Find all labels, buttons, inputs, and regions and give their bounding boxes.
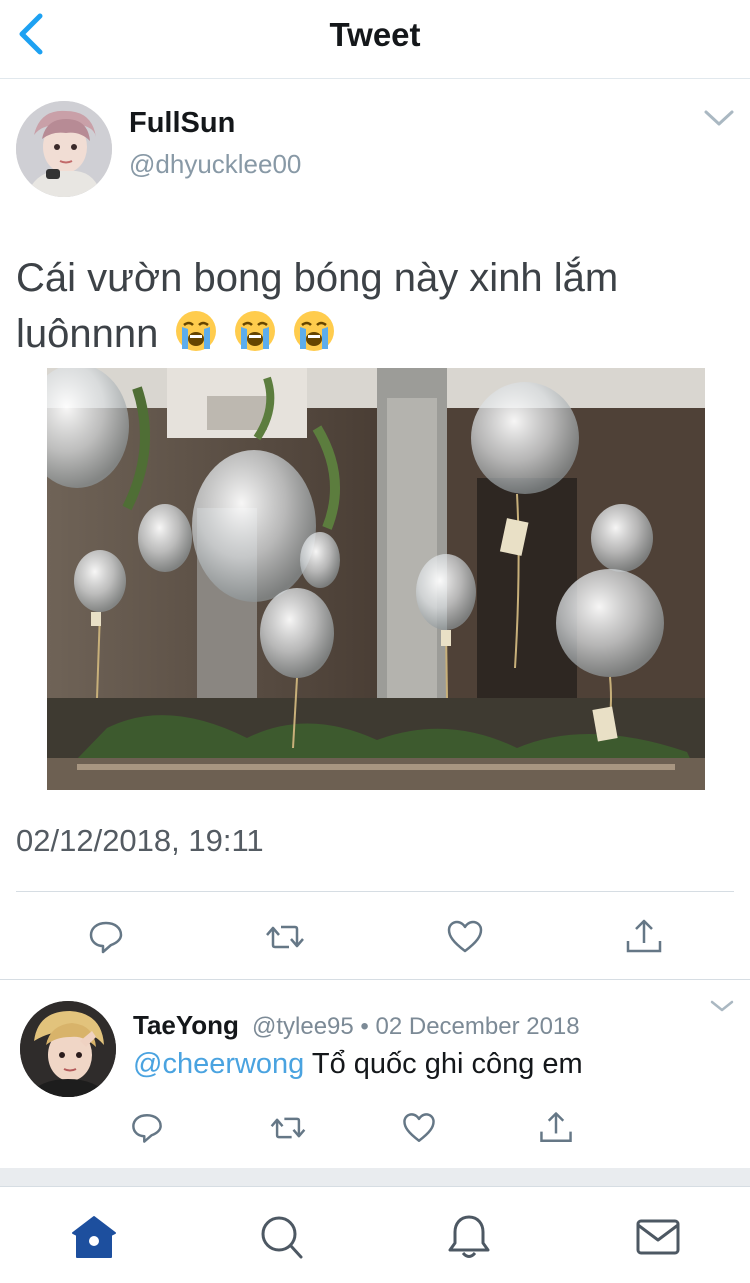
retweet-button[interactable] [263, 915, 307, 959]
envelope-icon [636, 1219, 680, 1255]
tweet-text-line: Cái vườn bong bóng này xinh lắm [16, 256, 619, 300]
home-icon [72, 1216, 116, 1258]
tweet-text-line: luônnnn [16, 306, 716, 362]
retweet-icon [270, 1117, 306, 1139]
loudly-crying-face-icon [234, 311, 275, 351]
tab-home[interactable] [69, 1213, 119, 1261]
mention-link[interactable]: @cheerwong [133, 1048, 304, 1080]
divider [0, 979, 750, 980]
reply-reply-button[interactable] [127, 1108, 167, 1148]
tweet-text-line-2: luônnnn [16, 312, 159, 356]
reply-meta: @tylee95 • 02 December 2018 [252, 1013, 580, 1040]
section-gap [0, 1168, 750, 1186]
loudly-crying-face-icon [175, 311, 216, 351]
chevron-down-icon [704, 110, 734, 126]
share-icon [540, 1112, 572, 1142]
author-name[interactable]: FullSun [129, 107, 235, 140]
avatar[interactable] [16, 101, 112, 197]
tweet-timestamp: 02/12/2018, 19:11 [16, 823, 264, 858]
chevron-down-icon [710, 1000, 734, 1012]
heart-icon [447, 920, 483, 953]
reply-retweet-button[interactable] [268, 1108, 308, 1148]
share-button[interactable] [622, 915, 666, 959]
reply-text: @cheerwong Tổ quốc ghi công em [133, 1048, 583, 1081]
author-handle[interactable]: @dhyucklee00 [129, 149, 301, 180]
tweet-options-button[interactable] [702, 104, 736, 132]
avatar-image [20, 1001, 116, 1097]
reply-author-name[interactable]: TaeYong [133, 1010, 239, 1041]
tab-messages[interactable] [633, 1213, 683, 1261]
reply-button[interactable] [84, 915, 128, 959]
reply-icon [89, 921, 123, 954]
reply-avatar[interactable] [20, 1001, 116, 1097]
page-title: Tweet [329, 16, 421, 53]
share-icon [626, 919, 662, 953]
tweet-photo[interactable] [47, 368, 705, 790]
reply-like-button[interactable] [399, 1108, 439, 1148]
tweet-text: Cái vườn bong bóng này xinh lắm luônnnn [16, 250, 716, 362]
divider [16, 891, 734, 892]
loudly-crying-face-icon [293, 311, 334, 351]
reply-icon [132, 1114, 162, 1143]
reply-share-button[interactable] [536, 1108, 576, 1148]
tab-bar [0, 1186, 750, 1283]
avatar-image [16, 101, 112, 197]
bell-icon [448, 1215, 490, 1258]
reply-options-button[interactable] [708, 996, 736, 1018]
tab-search[interactable] [257, 1213, 307, 1261]
retweet-icon [266, 925, 304, 949]
search-icon [261, 1216, 303, 1259]
reply-body: Tổ quốc ghi công em [311, 1048, 583, 1080]
heart-icon [403, 1113, 435, 1142]
top-bar: Tweet [0, 0, 750, 79]
tab-notifications[interactable] [444, 1213, 494, 1261]
like-button[interactable] [443, 915, 487, 959]
balloon-garden-photo [47, 368, 705, 790]
